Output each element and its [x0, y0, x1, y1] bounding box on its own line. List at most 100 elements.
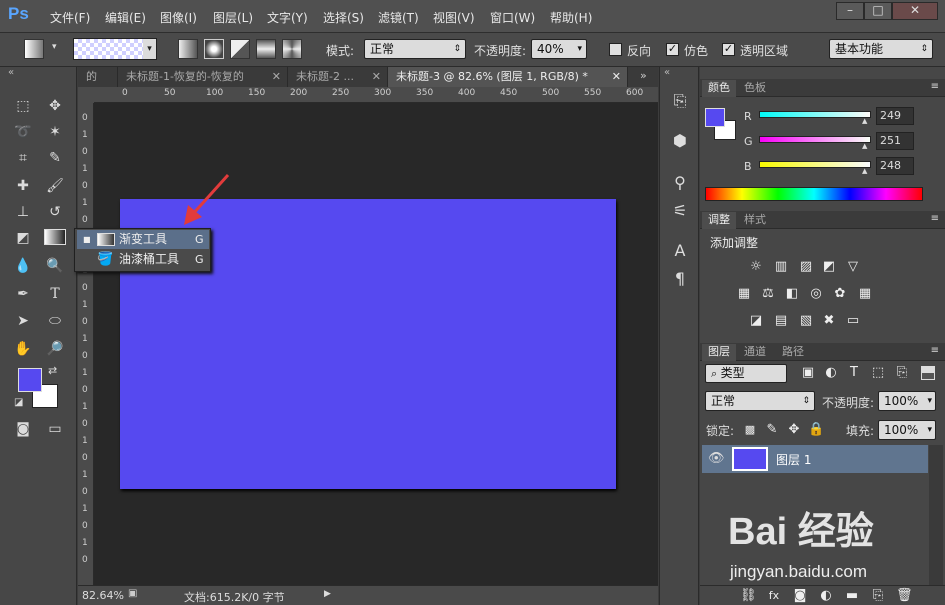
- clone-stamp-tool-icon[interactable]: ⊥: [12, 201, 34, 223]
- reflected-gradient-icon[interactable]: [256, 39, 276, 59]
- brush-tool-icon[interactable]: 🖌: [44, 175, 66, 197]
- layers-scrollbar[interactable]: [929, 445, 943, 585]
- 3d-panel-icon[interactable]: ⬢: [668, 131, 692, 153]
- tab-doc-prev[interactable]: 的: [78, 67, 118, 87]
- eye-icon[interactable]: 👁: [708, 451, 725, 466]
- hand-tool-icon[interactable]: ✋: [12, 338, 34, 360]
- diamond-gradient-icon[interactable]: [282, 39, 302, 59]
- blend-mode-select[interactable]: 正常 ⇕: [705, 391, 815, 411]
- gradient-picker-arrow-icon[interactable]: ▾: [143, 39, 156, 59]
- status-menu-arrow-icon[interactable]: ▶: [324, 589, 331, 599]
- menu-filter[interactable]: 滤镜(T): [378, 9, 419, 26]
- zoom-level[interactable]: 82.64%: [82, 589, 124, 602]
- tab-channels[interactable]: 通道: [738, 344, 772, 361]
- flyout-item-paint-bucket[interactable]: 🪣 油漆桶工具 G: [77, 250, 209, 269]
- menu-file[interactable]: 文件(F): [50, 9, 90, 26]
- maximize-button[interactable]: □: [864, 2, 892, 20]
- slider-thumb-icon[interactable]: ▲: [862, 142, 867, 150]
- screen-mode-icon[interactable]: ▭: [44, 418, 66, 440]
- linear-gradient-icon[interactable]: [178, 39, 198, 59]
- invert-icon[interactable]: ◪: [748, 313, 764, 329]
- blue-slider[interactable]: [759, 161, 871, 168]
- filter-shape-icon[interactable]: ⬚: [870, 365, 886, 381]
- angle-gradient-icon[interactable]: [230, 39, 250, 59]
- crop-tool-icon[interactable]: ⌗: [12, 147, 34, 169]
- gradient-tool-icon[interactable]: [44, 229, 66, 245]
- slider-thumb-icon[interactable]: ▲: [862, 117, 867, 125]
- close-icon[interactable]: ✕: [372, 67, 381, 87]
- hue-saturation-icon[interactable]: ▦: [736, 286, 752, 302]
- type-tool-icon[interactable]: T: [44, 283, 66, 305]
- menu-view[interactable]: 视图(V): [433, 9, 475, 26]
- close-icon[interactable]: ✕: [272, 67, 281, 87]
- close-button[interactable]: ✕: [892, 2, 938, 20]
- blue-value-input[interactable]: 248: [876, 157, 914, 175]
- healing-brush-tool-icon[interactable]: ✚: [12, 175, 34, 197]
- history-brush-tool-icon[interactable]: ↺: [44, 201, 66, 223]
- opacity-input[interactable]: 40% ▾: [531, 39, 587, 59]
- dither-checkbox[interactable]: ✓: [666, 43, 679, 56]
- eraser-tool-icon[interactable]: ◩: [12, 227, 34, 249]
- quick-mask-icon[interactable]: ◙: [12, 418, 34, 440]
- tab-swatches[interactable]: 色板: [738, 80, 772, 97]
- path-selection-tool-icon[interactable]: ➤: [12, 310, 34, 332]
- menu-type[interactable]: 文字(Y): [267, 9, 308, 26]
- new-group-icon[interactable]: ▬: [844, 588, 860, 604]
- flyout-item-gradient[interactable]: ■ 渐变工具 G: [77, 230, 209, 249]
- collapse-icon[interactable]: «: [8, 67, 14, 78]
- history-panel-icon[interactable]: ⎘: [668, 91, 692, 113]
- filter-adjustment-icon[interactable]: ◐: [823, 365, 839, 381]
- eyedropper-tool-icon[interactable]: ✎: [44, 147, 66, 169]
- posterize-icon[interactable]: ▤: [773, 313, 789, 329]
- photo-filter-icon[interactable]: ◎: [808, 286, 824, 302]
- workspace-select[interactable]: 基本功能 ⇕: [829, 39, 933, 59]
- panel-menu-icon[interactable]: ≡: [931, 81, 939, 92]
- fx-icon[interactable]: fx: [766, 588, 782, 604]
- menu-help[interactable]: 帮助(H): [550, 9, 592, 26]
- layer-opacity-input[interactable]: 100% ▾: [878, 391, 936, 411]
- channel-mixer-icon[interactable]: ✿: [832, 286, 848, 302]
- character-panel-icon[interactable]: A: [668, 241, 692, 263]
- tab-overflow-icon[interactable]: »: [640, 69, 647, 82]
- menu-image[interactable]: 图像(I): [160, 9, 197, 26]
- lock-position-icon[interactable]: ✥: [786, 422, 802, 438]
- minimize-button[interactable]: –: [836, 2, 864, 20]
- dodge-tool-icon[interactable]: 🔍: [44, 255, 66, 277]
- status-icon[interactable]: ▣: [128, 588, 137, 599]
- collapse-icon[interactable]: «: [664, 67, 670, 78]
- tab-styles[interactable]: 样式: [738, 212, 772, 229]
- vibrance-icon[interactable]: ▽: [845, 259, 861, 275]
- add-mask-icon[interactable]: ◙: [792, 588, 808, 604]
- slider-thumb-icon[interactable]: ▲: [862, 167, 867, 175]
- panel-menu-icon[interactable]: ≡: [931, 345, 939, 356]
- red-slider[interactable]: [759, 111, 871, 118]
- brush-panel-icon[interactable]: ⚟: [668, 201, 692, 223]
- panel-menu-icon[interactable]: ≡: [931, 213, 939, 224]
- paragraph-panel-icon[interactable]: ¶: [668, 269, 692, 291]
- black-white-icon[interactable]: ◧: [784, 286, 800, 302]
- new-layer-icon[interactable]: ⎘: [870, 588, 886, 604]
- layer-row[interactable]: 👁 图层 1: [702, 445, 928, 473]
- selective-color-icon[interactable]: ✖: [821, 313, 837, 329]
- chevron-down-icon[interactable]: ▾: [52, 42, 57, 52]
- filter-smart-object-icon[interactable]: ⎘: [894, 365, 910, 381]
- move-tool-icon[interactable]: ✥: [44, 95, 66, 117]
- foreground-color-swatch[interactable]: [18, 368, 42, 392]
- brightness-contrast-icon[interactable]: ☼: [748, 259, 764, 275]
- tab-layers[interactable]: 图层: [702, 344, 736, 361]
- zoom-tool-icon[interactable]: 🔎: [44, 338, 66, 360]
- menu-window[interactable]: 窗口(W): [490, 9, 535, 26]
- green-slider[interactable]: [759, 136, 871, 143]
- menu-edit[interactable]: 编辑(E): [105, 9, 146, 26]
- lasso-tool-icon[interactable]: ➰: [12, 121, 34, 143]
- red-value-input[interactable]: 249: [876, 107, 914, 125]
- color-lookup-icon[interactable]: ▦: [857, 286, 873, 302]
- tab-color[interactable]: 颜色: [702, 80, 736, 97]
- filter-toggle-icon[interactable]: [921, 366, 935, 380]
- gradient-map-icon[interactable]: ▭: [845, 313, 861, 329]
- color-balance-icon[interactable]: ⚖: [760, 286, 776, 302]
- swap-colors-icon[interactable]: ⇄: [48, 364, 57, 377]
- pen-tool-icon[interactable]: ✒: [12, 283, 34, 305]
- menu-select[interactable]: 选择(S): [323, 9, 364, 26]
- filter-type-icon[interactable]: T: [846, 365, 862, 381]
